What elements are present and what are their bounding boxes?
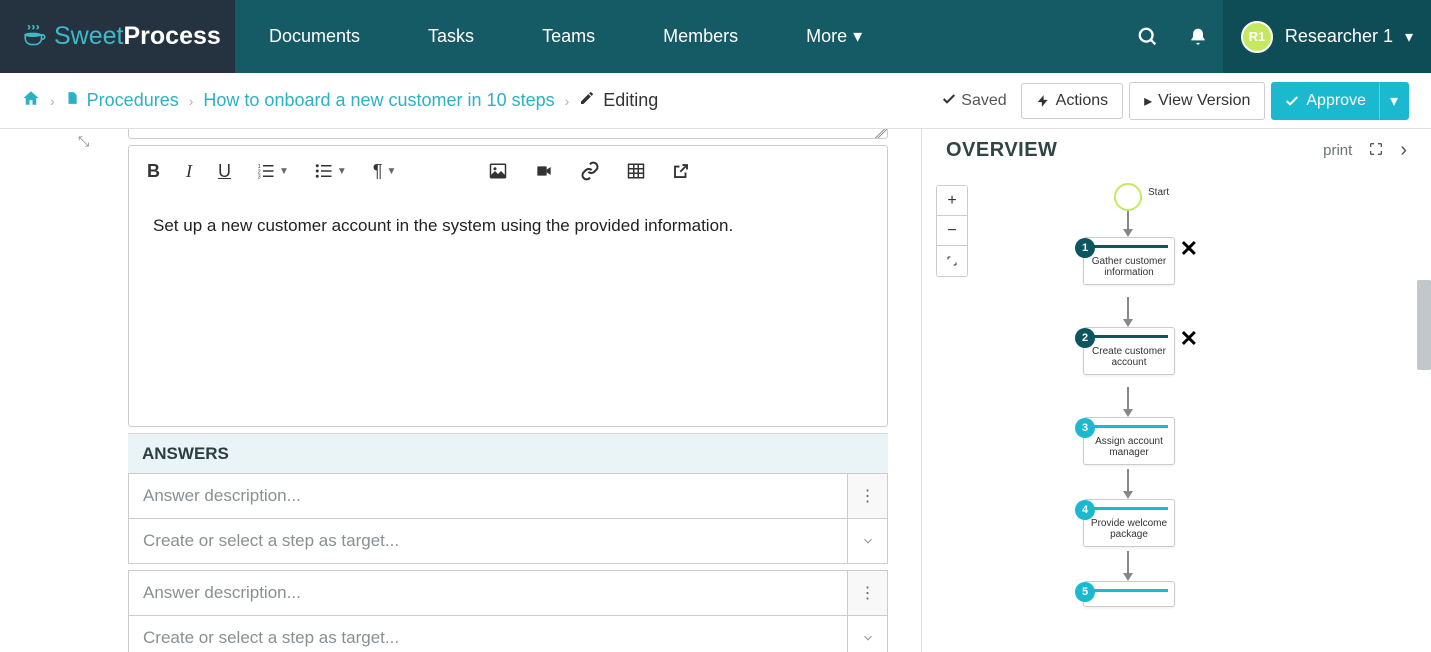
approve-dropdown[interactable]: ▾ [1379, 82, 1409, 120]
editor-body[interactable]: Set up a new customer account in the sys… [129, 196, 887, 426]
overview-panel: OVERVIEW print › + − Start [921, 129, 1431, 652]
step-delete-icon[interactable]: ✕ [1180, 236, 1198, 262]
answer-row [128, 518, 888, 564]
answer-target-input[interactable] [129, 616, 847, 652]
approve-button-group: Approve ▾ [1271, 82, 1409, 120]
step-number-badge: 1 [1075, 238, 1095, 258]
answer-description-input[interactable] [129, 474, 847, 518]
chevron-down-icon: ▾ [853, 26, 862, 47]
insert-link-button[interactable] [580, 161, 600, 181]
insert-image-button[interactable] [488, 162, 508, 180]
paragraph-format-button[interactable]: ¶▼ [373, 161, 397, 182]
bell-icon[interactable] [1173, 0, 1223, 73]
step-label: Provide welcome package [1091, 518, 1167, 540]
answer-description-input[interactable] [129, 571, 847, 615]
brand-logo[interactable]: SweetProcess [0, 0, 235, 73]
reorder-handle-icon[interactable]: ⤡ [78, 133, 89, 150]
actions-button[interactable]: Actions [1021, 83, 1123, 119]
insert-video-button[interactable] [534, 163, 554, 179]
user-menu[interactable]: R1 Researcher 1 ▾ [1223, 0, 1431, 73]
overview-title: OVERVIEW [946, 139, 1057, 162]
caret-icon: ▼ [279, 166, 289, 177]
nav-documents[interactable]: Documents [235, 0, 394, 73]
flow-step-card[interactable]: 4 Provide welcome package [1083, 499, 1175, 547]
editor-toolbar: B I U 123 ▼ ▼ ¶▼ [129, 146, 887, 196]
caret-icon: ▼ [386, 166, 396, 177]
unordered-list-button[interactable]: ▼ [315, 162, 347, 180]
expand-icon[interactable] [1368, 141, 1384, 161]
breadcrumb-sep: › [50, 93, 55, 109]
step-label: Gather customer information [1092, 256, 1166, 278]
flow-step-card[interactable]: 3 Assign account manager [1083, 417, 1175, 465]
breadcrumb-bar: › Procedures › How to onboard a new cust… [0, 73, 1431, 129]
chevron-down-icon: ▾ [1405, 27, 1413, 47]
play-icon: ▸ [1144, 91, 1152, 111]
rich-text-editor: B I U 123 ▼ ▼ ¶▼ [128, 145, 888, 427]
nav-tasks[interactable]: Tasks [394, 0, 508, 73]
step-number-badge: 2 [1075, 328, 1095, 348]
nav-members[interactable]: Members [629, 0, 772, 73]
overview-header: OVERVIEW print › [922, 129, 1431, 172]
resizable-field-slice[interactable] [128, 129, 888, 139]
caret-icon: ▼ [337, 166, 347, 177]
answers-heading: ANSWERS [128, 433, 888, 474]
print-button[interactable]: print [1323, 142, 1352, 159]
step-number-badge: 5 [1075, 582, 1095, 602]
step-number-badge: 3 [1075, 418, 1095, 438]
step-number-badge: 4 [1075, 500, 1095, 520]
breadcrumb-sep: › [565, 93, 570, 109]
chevron-right-icon[interactable]: › [1400, 139, 1407, 162]
flow-step-card[interactable]: 2 ✕ Create customer account [1083, 327, 1175, 375]
avatar: R1 [1241, 21, 1273, 53]
step-label: Assign account manager [1095, 436, 1163, 458]
nav-right: R1 Researcher 1 ▾ [1123, 0, 1431, 73]
step-delete-icon[interactable]: ✕ [1180, 326, 1198, 352]
flow-step-card[interactable]: 5 [1083, 581, 1175, 607]
scrollbar-thumb[interactable] [1417, 280, 1431, 370]
top-nav: SweetProcess Documents Tasks Teams Membe… [0, 0, 1431, 73]
view-version-button[interactable]: ▸ View Version [1129, 82, 1265, 120]
step-label: Create customer account [1092, 346, 1166, 368]
main-content: ⤡ B I U 123 ▼ ▼ ¶▼ [0, 129, 1431, 652]
answer-row [128, 615, 888, 652]
bold-button[interactable]: B [147, 161, 160, 182]
italic-button[interactable]: I [186, 161, 192, 182]
answer-target-dropdown[interactable] [847, 519, 887, 563]
flow-start-label: Start [1148, 187, 1169, 198]
search-icon[interactable] [1123, 0, 1173, 73]
nav-teams[interactable]: Teams [508, 0, 629, 73]
answer-options-button[interactable]: ⋮ [847, 571, 887, 615]
flowchart-canvas[interactable]: Start 1 ✕ Gather customer information 2 … [922, 179, 1431, 652]
nav-links: Documents Tasks Teams Members More▾ [235, 0, 896, 73]
flow-step-card[interactable]: 1 ✕ Gather customer information [1083, 237, 1175, 285]
answer-target-input[interactable] [129, 519, 847, 563]
breadcrumb-sep: › [189, 93, 194, 109]
answer-row: ⋮ [128, 473, 888, 519]
nav-more[interactable]: More▾ [772, 0, 896, 73]
insert-table-button[interactable] [626, 162, 646, 180]
svg-text:3: 3 [258, 175, 261, 181]
user-name-label: Researcher 1 [1285, 26, 1393, 47]
file-icon [65, 89, 79, 112]
cup-icon [22, 24, 48, 50]
ordered-list-button[interactable]: 123 ▼ [257, 162, 289, 180]
breadcrumb-procedures[interactable]: Procedures [87, 90, 179, 111]
approve-button[interactable]: Approve [1271, 82, 1379, 120]
pencil-icon [579, 90, 595, 111]
home-icon[interactable] [22, 89, 40, 112]
answer-options-button[interactable]: ⋮ [847, 474, 887, 518]
saved-indicator: Saved [941, 91, 1006, 110]
breadcrumb-state: Editing [603, 90, 658, 111]
breadcrumb-title[interactable]: How to onboard a new customer in 10 step… [203, 90, 554, 111]
editor-column: ⤡ B I U 123 ▼ ▼ ¶▼ [0, 129, 921, 652]
flow-start-node[interactable] [1114, 183, 1142, 211]
answer-row: ⋮ [128, 570, 888, 616]
external-link-button[interactable] [672, 162, 690, 180]
answer-target-dropdown[interactable] [847, 616, 887, 652]
underline-button[interactable]: U [218, 161, 231, 182]
